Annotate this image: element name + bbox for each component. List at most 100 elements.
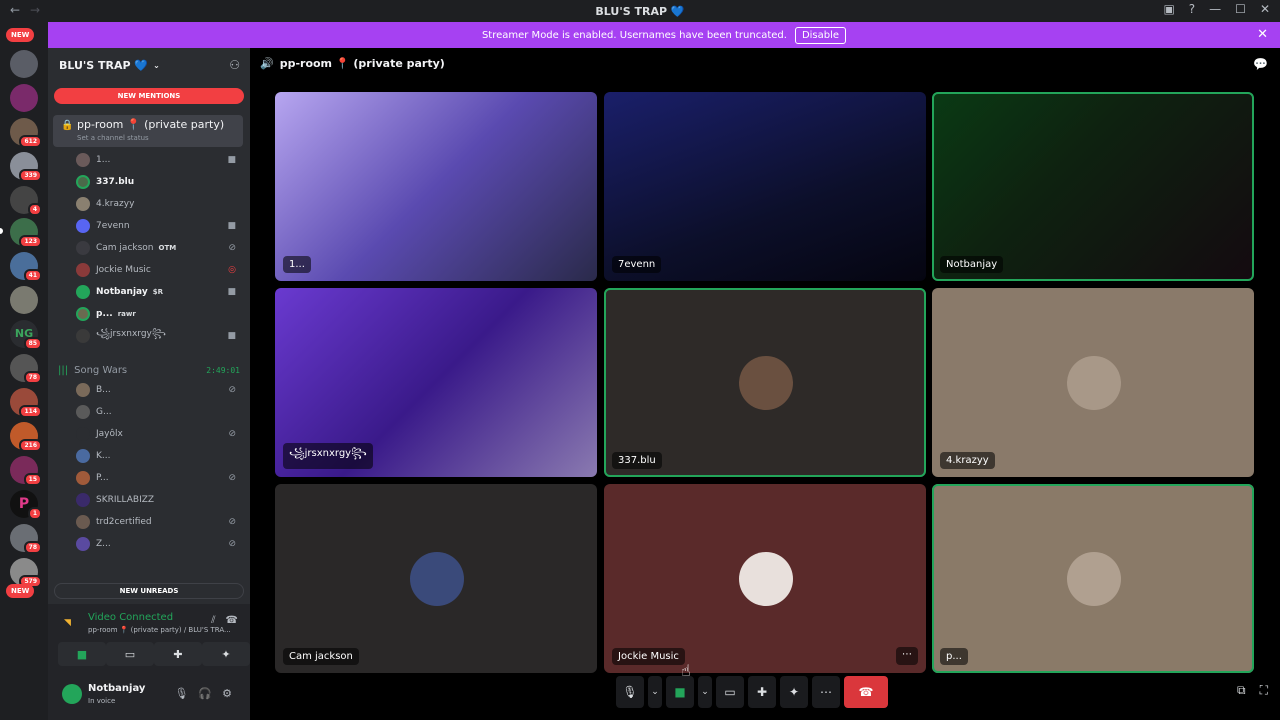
video-tile[interactable]: 1... <box>275 92 597 281</box>
new-pill[interactable]: NEW <box>6 28 35 42</box>
voice-user[interactable]: K... <box>76 446 242 466</box>
activities-button[interactable]: ✚ <box>748 676 776 708</box>
back-arrow-icon[interactable]: ← <box>10 3 20 17</box>
video-tile[interactable]: Jockie Music ⋯ <box>604 484 926 673</box>
server-icon[interactable]: 123 <box>10 218 42 248</box>
voice-user[interactable]: 337.blu <box>76 172 242 192</box>
more-button[interactable]: ⋯ <box>812 676 840 708</box>
server-header[interactable]: BLU'S TRAP 💙 ⌄ ⚇ <box>48 48 250 82</box>
leave-call-button[interactable]: ☎ <box>844 676 888 708</box>
maximize-icon[interactable]: ☐ <box>1235 2 1246 16</box>
server-icon[interactable]: 216 <box>10 422 42 452</box>
server-icon[interactable]: 41 <box>10 252 42 282</box>
avatar <box>76 307 90 321</box>
voice-user[interactable]: Notbanjay $R ■ <box>76 282 242 302</box>
voice-user[interactable]: B... ⊘ <box>76 380 242 400</box>
user-name[interactable]: Notbanjay <box>88 683 145 694</box>
invite-people-icon[interactable]: ⚇ <box>229 58 240 72</box>
server-icon[interactable] <box>10 50 38 78</box>
microphone-icon[interactable]: 🎙 <box>174 687 188 700</box>
voice-user-name: Z... <box>96 539 111 549</box>
disconnect-icon[interactable]: ☎ <box>226 615 238 626</box>
voice-user[interactable]: 1... ■ <box>76 150 242 170</box>
video-tile[interactable]: Notbanjay <box>932 92 1254 281</box>
voice-user[interactable]: Cam jackson OTM ⊘ <box>76 238 242 258</box>
server-icon[interactable]: NG 85 <box>10 320 42 350</box>
soundboard-button[interactable]: ✦ <box>780 676 808 708</box>
video-tile[interactable]: ꧁jrsxnxrgy꧂ <box>275 288 597 477</box>
voice-user[interactable]: 4.krazyy <box>76 194 242 214</box>
new-pill[interactable]: NEW <box>6 584 35 598</box>
voice-user[interactable]: G... <box>76 402 242 422</box>
video-tile[interactable]: 4.krazyy <box>932 288 1254 477</box>
voice-user-name: Notbanjay <box>96 287 148 297</box>
voice-channel-song-wars[interactable]: ||| Song Wars 2:49:01 <box>58 360 240 380</box>
settings-gear-icon[interactable]: ⚙ <box>222 687 232 700</box>
disable-button[interactable]: Disable <box>794 26 847 44</box>
voice-user[interactable]: p... rawr <box>76 304 242 324</box>
mention-badge: 339 <box>19 169 42 182</box>
server-icon[interactable]: 579 <box>10 558 42 588</box>
screen-share-button[interactable]: ▭ <box>106 642 154 666</box>
activities-button[interactable]: ✚ <box>154 642 202 666</box>
mention-badge: 123 <box>19 235 42 248</box>
tile-label: 7evenn <box>612 256 662 273</box>
voice-user[interactable]: Z... ⊘ <box>76 534 242 554</box>
headphones-icon[interactable]: 🎧 <box>198 687 212 700</box>
server-icon[interactable] <box>10 286 38 314</box>
server-icon[interactable]: 15 <box>10 456 42 486</box>
voice-user[interactable]: P... ⊘ <box>76 468 242 488</box>
new-mentions-pill[interactable]: NEW MENTIONS <box>54 88 244 104</box>
server-icon[interactable]: 78 <box>10 354 42 384</box>
camera-button[interactable]: ■ <box>666 676 694 708</box>
server-icon[interactable]: 339 <box>10 152 42 182</box>
voice-user[interactable]: SKRILLABIZZ <box>76 490 242 510</box>
microphone-button[interactable]: 🎙 <box>616 676 644 708</box>
camera-button[interactable]: ■ <box>58 642 106 666</box>
connection-channel[interactable]: pp-room 📍 (private party) / BLU'S TRA... <box>88 626 231 634</box>
server-icon[interactable]: 612 <box>10 118 42 148</box>
voice-user[interactable]: Jayôlx ⊘ <box>76 424 242 444</box>
banner-close-icon[interactable]: ✕ <box>1257 27 1268 42</box>
noise-suppression-icon[interactable]: ⫽ <box>211 615 215 626</box>
popout-icon[interactable]: ⧉ <box>1237 683 1246 698</box>
voice-user-name: K... <box>96 451 111 461</box>
connection-status[interactable]: Video Connected <box>88 612 173 623</box>
minimize-icon[interactable]: — <box>1209 2 1221 16</box>
video-tile[interactable]: 7evenn <box>604 92 926 281</box>
server-icon[interactable]: P1 <box>10 490 42 520</box>
forward-arrow-icon[interactable]: → <box>30 3 40 17</box>
server-icon[interactable]: 4 <box>10 186 42 216</box>
camera-icon: ■ <box>227 331 236 341</box>
voice-user[interactable]: Jockie Music ◎ <box>76 260 242 280</box>
chevron-down-icon[interactable]: ⌄ <box>698 676 712 708</box>
avatar <box>76 153 90 167</box>
screen-share-button[interactable]: ▭ <box>716 676 744 708</box>
mention-badge: 612 <box>19 135 42 148</box>
voice-user[interactable]: trd2certified ⊘ <box>76 512 242 532</box>
video-tile[interactable]: p... <box>932 484 1254 673</box>
soundboard-button[interactable]: ✦ <box>202 642 250 666</box>
close-icon[interactable]: ✕ <box>1260 2 1270 16</box>
video-tile[interactable]: 337.blu <box>604 288 926 477</box>
voice-user-name: p... <box>96 309 113 319</box>
avatar <box>1067 552 1121 606</box>
server-icon[interactable]: 114 <box>10 388 42 418</box>
video-tile[interactable]: Cam jackson <box>275 484 597 673</box>
channel-status[interactable]: Set a channel status <box>77 134 149 142</box>
chat-bubble-icon[interactable]: 💬 <box>1253 57 1268 71</box>
inbox-icon[interactable]: ▣ <box>1163 2 1174 16</box>
chevron-down-icon[interactable]: ⌄ <box>648 676 662 708</box>
signal-icon[interactable]: ◥ <box>64 618 71 628</box>
help-icon[interactable]: ? <box>1189 2 1195 16</box>
more-options-button[interactable]: ⋯ <box>896 647 918 665</box>
fullscreen-icon[interactable]: ⛶ <box>1260 683 1268 698</box>
avatar[interactable] <box>62 684 82 704</box>
new-unreads-pill[interactable]: NEW UNREADS <box>54 583 244 599</box>
voice-user[interactable]: ꧁jrsxnxrgy꧂ ■ <box>76 326 242 346</box>
server-icon[interactable] <box>10 84 38 112</box>
voice-user[interactable]: 7evenn ■ <box>76 216 242 236</box>
avatar <box>76 219 90 233</box>
current-voice-channel[interactable]: 🔒 pp-room 📍 (private party) Set a channe… <box>53 115 243 147</box>
server-icon[interactable]: 78 <box>10 524 42 554</box>
